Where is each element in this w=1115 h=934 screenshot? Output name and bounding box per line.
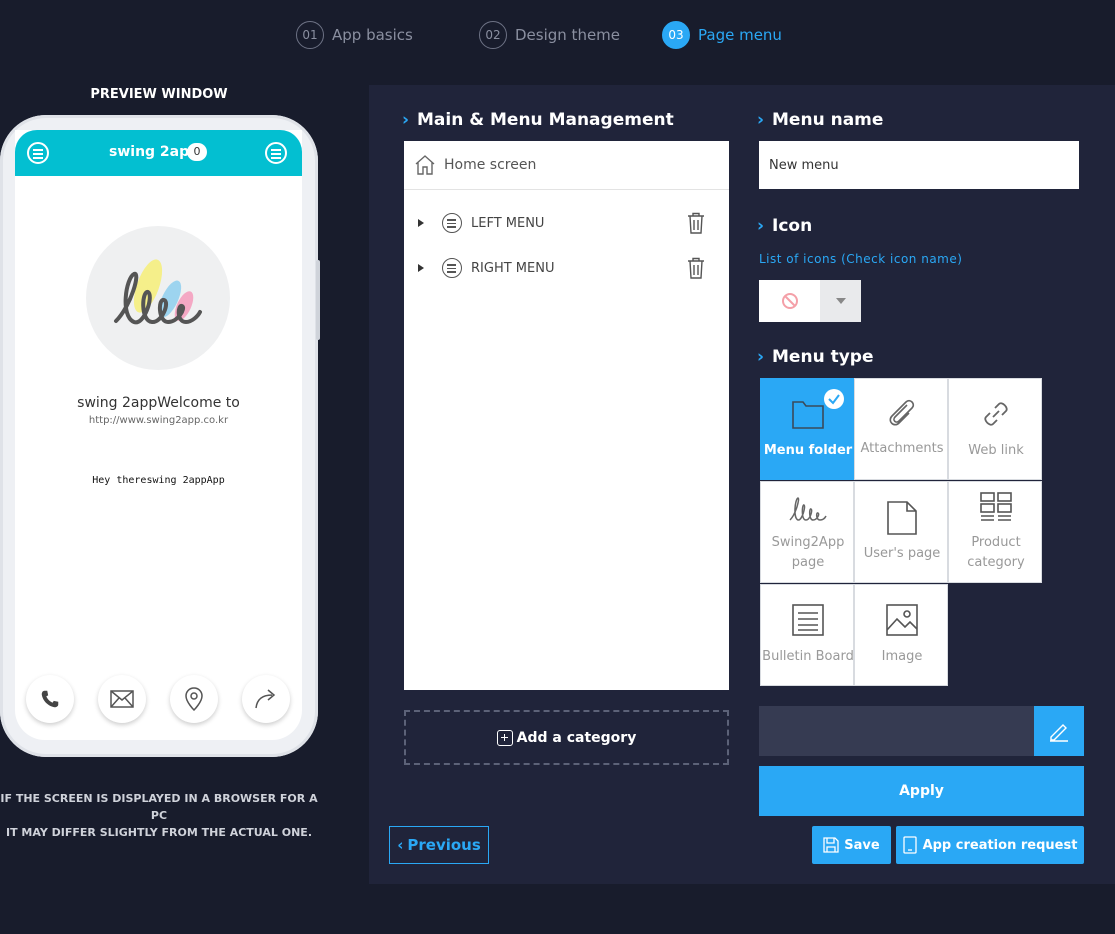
phone-side-button (316, 260, 320, 340)
pencil-icon (1050, 724, 1068, 742)
preview-app-name: swing 2appWelcome to (77, 395, 240, 411)
phone-header: swing 2app 0 (15, 130, 302, 176)
link-icon (949, 397, 1043, 431)
step-page-menu[interactable]: 03 Page menu (662, 21, 782, 49)
step-label: Page menu (698, 26, 782, 44)
mail-icon[interactable] (98, 675, 146, 723)
phone-screen: swing 2app 0 swing 2appWelcome to http:/… (15, 130, 302, 740)
trash-icon[interactable] (686, 257, 706, 279)
add-category-label: Add a category (516, 729, 637, 746)
menu-name-input[interactable] (759, 141, 1079, 189)
menu-type-web-link[interactable]: Web link (948, 378, 1042, 480)
chevron-down-icon[interactable] (820, 280, 861, 322)
apply-button[interactable]: Apply (759, 766, 1084, 816)
folder-icon (761, 397, 855, 431)
menu-management-title: › Main & Menu Management (402, 110, 674, 130)
preview-greeting: Hey thereswing 2appApp (92, 475, 225, 486)
menu-type-bulletin-board[interactable]: Bulletin Board (760, 584, 854, 686)
mobile-icon (902, 836, 917, 854)
tile-label: Attachments (860, 441, 944, 456)
chevron-left-icon: ‹ (397, 836, 404, 854)
save-label: Save (844, 837, 880, 853)
menu-type-menu-folder[interactable]: Menu folder (760, 378, 854, 480)
tile-label: Bulletin Board (762, 649, 854, 664)
icon-list-link[interactable]: List of icons (Check icon name) (759, 252, 962, 266)
edit-button[interactable] (1034, 706, 1084, 756)
step-number: 01 (296, 21, 324, 49)
tree-item-label: RIGHT MENU (471, 260, 555, 276)
menu-name-title: › Menu name (757, 110, 884, 130)
tree-item-left-menu[interactable]: LEFT MENU (404, 208, 729, 238)
menu-type-users-page[interactable]: User's page (854, 481, 948, 583)
swing2app-logo-icon (114, 259, 202, 325)
preview-app-url: http://www.swing2app.co.kr (88, 415, 229, 426)
step-number: 02 (479, 21, 507, 49)
expand-arrow-icon[interactable] (418, 219, 424, 227)
save-button[interactable]: Save (812, 826, 891, 864)
previous-button[interactable]: ‹ Previous (389, 826, 489, 864)
expand-arrow-icon[interactable] (418, 264, 424, 272)
board-icon (761, 603, 855, 637)
share-icon[interactable] (242, 675, 290, 723)
menu-list-icon (442, 258, 462, 278)
menu-type-swing2app-page[interactable]: Swing2App page (760, 481, 854, 583)
tree-item-label: LEFT MENU (471, 215, 545, 231)
previous-label: Previous (407, 836, 481, 854)
step-label: App basics (332, 26, 413, 44)
step-app-basics[interactable]: 01 App basics (296, 21, 413, 49)
preview-disclaimer: IF THE SCREEN IS DISPLAYED IN A BROWSER … (0, 792, 318, 839)
image-icon (855, 603, 949, 637)
tile-label: Product category (967, 535, 1025, 570)
add-category-button[interactable]: Add a category (404, 710, 729, 765)
icon-title: › Icon (757, 216, 813, 236)
none-icon (759, 280, 820, 322)
tile-label: Web link (968, 443, 1024, 458)
phone-icon[interactable] (26, 675, 74, 723)
app-creation-request-button[interactable]: App creation request (896, 826, 1084, 864)
location-pin-icon[interactable] (170, 675, 218, 723)
menu-list-icon (442, 213, 462, 233)
menu-tree: Home screen LEFT MENU RIGHT MENU (404, 141, 729, 690)
right-menu-icon[interactable] (265, 142, 287, 164)
menu-type-title: › Menu type (757, 347, 874, 367)
home-screen-label: Home screen (444, 157, 537, 173)
phone-app-title: swing 2app (109, 144, 200, 160)
tile-label: Swing2App page (771, 535, 845, 570)
tile-label: Image (881, 649, 923, 664)
page-icon (855, 500, 949, 536)
save-icon (823, 837, 839, 853)
trash-icon[interactable] (686, 212, 706, 234)
left-menu-icon[interactable] (27, 142, 49, 164)
plus-icon (496, 729, 513, 746)
icon-select[interactable] (759, 280, 861, 322)
menu-type-image[interactable]: Image (854, 584, 948, 686)
app-request-label: App creation request (922, 837, 1078, 853)
step-design-theme[interactable]: 02 Design theme (479, 21, 620, 49)
grid-icon (949, 492, 1043, 524)
home-icon (415, 155, 435, 175)
notification-badge: 0 (187, 143, 207, 161)
tile-label: Menu folder (763, 443, 853, 458)
swing2app-logo-icon (761, 492, 855, 524)
preview-title: PREVIEW WINDOW (90, 87, 228, 102)
paperclip-icon (855, 397, 949, 431)
menu-type-product-category[interactable]: Product category (948, 481, 1042, 583)
step-label: Design theme (515, 26, 621, 44)
tree-item-right-menu[interactable]: RIGHT MENU (404, 253, 729, 283)
tile-label: User's page (863, 546, 941, 561)
app-logo (86, 226, 230, 370)
step-number: 03 (662, 21, 690, 49)
home-screen-item[interactable]: Home screen (404, 141, 729, 190)
menu-type-attachments[interactable]: Attachments (854, 378, 948, 480)
